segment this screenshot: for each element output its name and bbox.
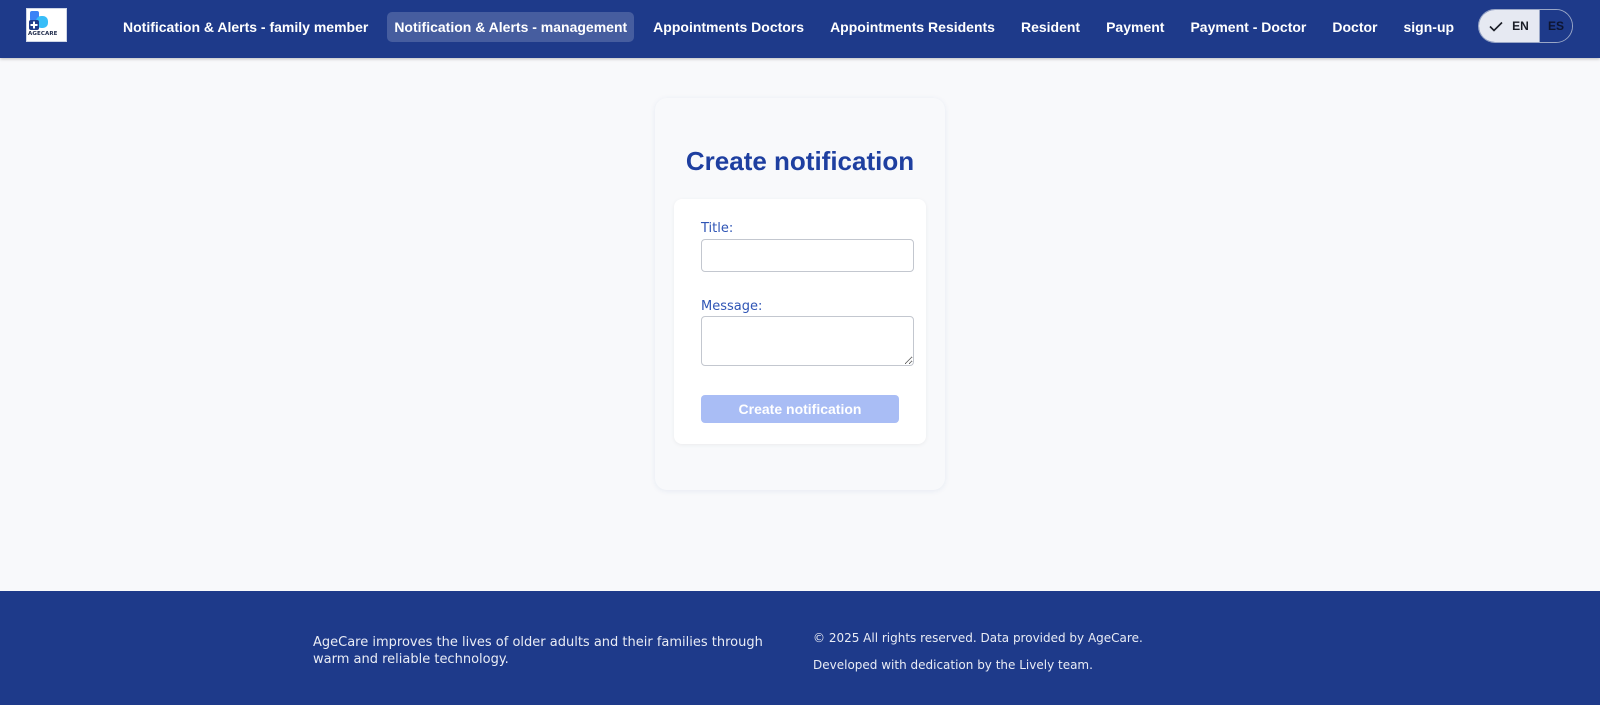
nav-payment[interactable]: Payment: [1099, 12, 1171, 42]
logo-icon: [29, 11, 48, 30]
main-nav: Notification & Alerts - family member No…: [116, 12, 1545, 42]
check-icon: [1489, 21, 1503, 32]
title-input[interactable]: [701, 239, 914, 272]
nav-appointments-residents[interactable]: Appointments Residents: [823, 12, 1002, 42]
footer-copyright: © 2025 All rights reserved. Data provide…: [813, 631, 1143, 645]
top-navbar: AGECARE Notification & Alerts - family m…: [0, 0, 1600, 58]
message-label: Message:: [701, 299, 763, 314]
message-textarea[interactable]: [701, 316, 914, 366]
agecare-logo[interactable]: AGECARE: [26, 8, 67, 42]
nav-payment-doctor[interactable]: Payment - Doctor: [1183, 12, 1313, 42]
nav-resident[interactable]: Resident: [1014, 12, 1087, 42]
language-en-label: EN: [1512, 19, 1529, 33]
create-notification-button[interactable]: Create notification: [701, 395, 899, 423]
nav-notification-alerts-management[interactable]: Notification & Alerts - management: [387, 12, 635, 42]
page-title: Create notification: [685, 146, 915, 176]
nav-doctor[interactable]: Doctor: [1325, 12, 1384, 42]
footer-credits: Developed with dedication by the Lively …: [813, 658, 1093, 672]
nav-notification-alerts-family[interactable]: Notification & Alerts - family member: [116, 12, 375, 42]
language-toggle: EN ES: [1478, 9, 1573, 43]
footer: AgeCare improves the lives of older adul…: [0, 591, 1600, 705]
logo-text: AGECARE: [28, 31, 58, 37]
language-option-en[interactable]: EN: [1479, 10, 1539, 42]
language-option-es[interactable]: ES: [1539, 10, 1572, 42]
nav-appointments-doctors[interactable]: Appointments Doctors: [646, 12, 811, 42]
language-es-label: ES: [1547, 19, 1564, 33]
title-label: Title:: [701, 221, 734, 236]
nav-sign-up[interactable]: sign-up: [1397, 12, 1462, 42]
footer-description: AgeCare improves the lives of older adul…: [313, 635, 763, 667]
